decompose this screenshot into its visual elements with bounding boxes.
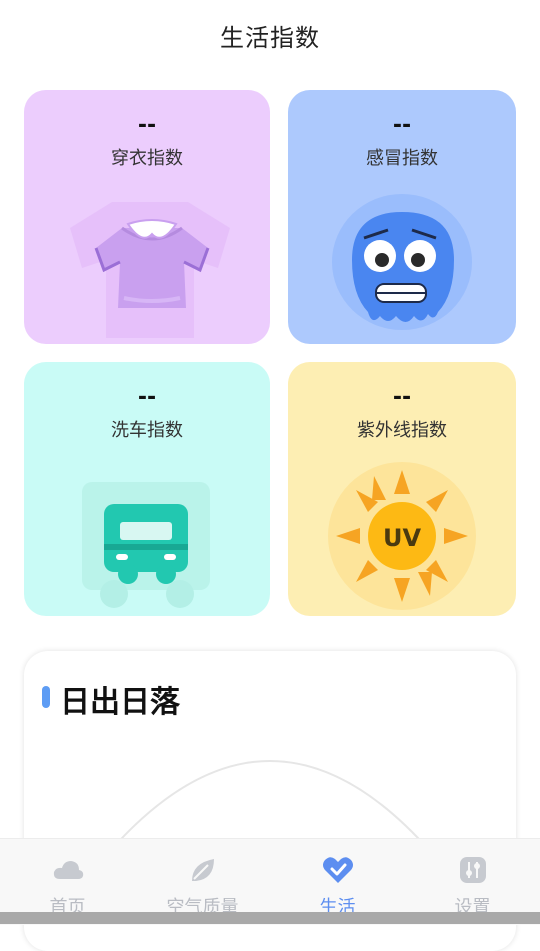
uv-index-card[interactable]: -- 紫外线指数 UV — [288, 362, 516, 616]
tshirt-icon — [70, 202, 230, 338]
heart-check-icon — [322, 857, 353, 883]
system-navigation-strip — [0, 912, 540, 924]
sick-face-icon — [332, 194, 472, 330]
sun-uv-icon: UV — [328, 462, 476, 610]
carwash-index-card[interactable]: -- 洗车指数 — [24, 362, 270, 616]
cloud-icon — [53, 861, 83, 879]
page-title: 生活指数 — [220, 24, 320, 52]
truck-icon — [82, 482, 210, 608]
cold-index-card[interactable]: -- 感冒指数 — [288, 90, 516, 344]
uv-badge-text: UV — [383, 524, 421, 552]
clothes-index-card[interactable]: -- 穿衣指数 — [24, 90, 270, 344]
settings-icon — [459, 857, 486, 883]
leaf-icon — [191, 859, 214, 881]
